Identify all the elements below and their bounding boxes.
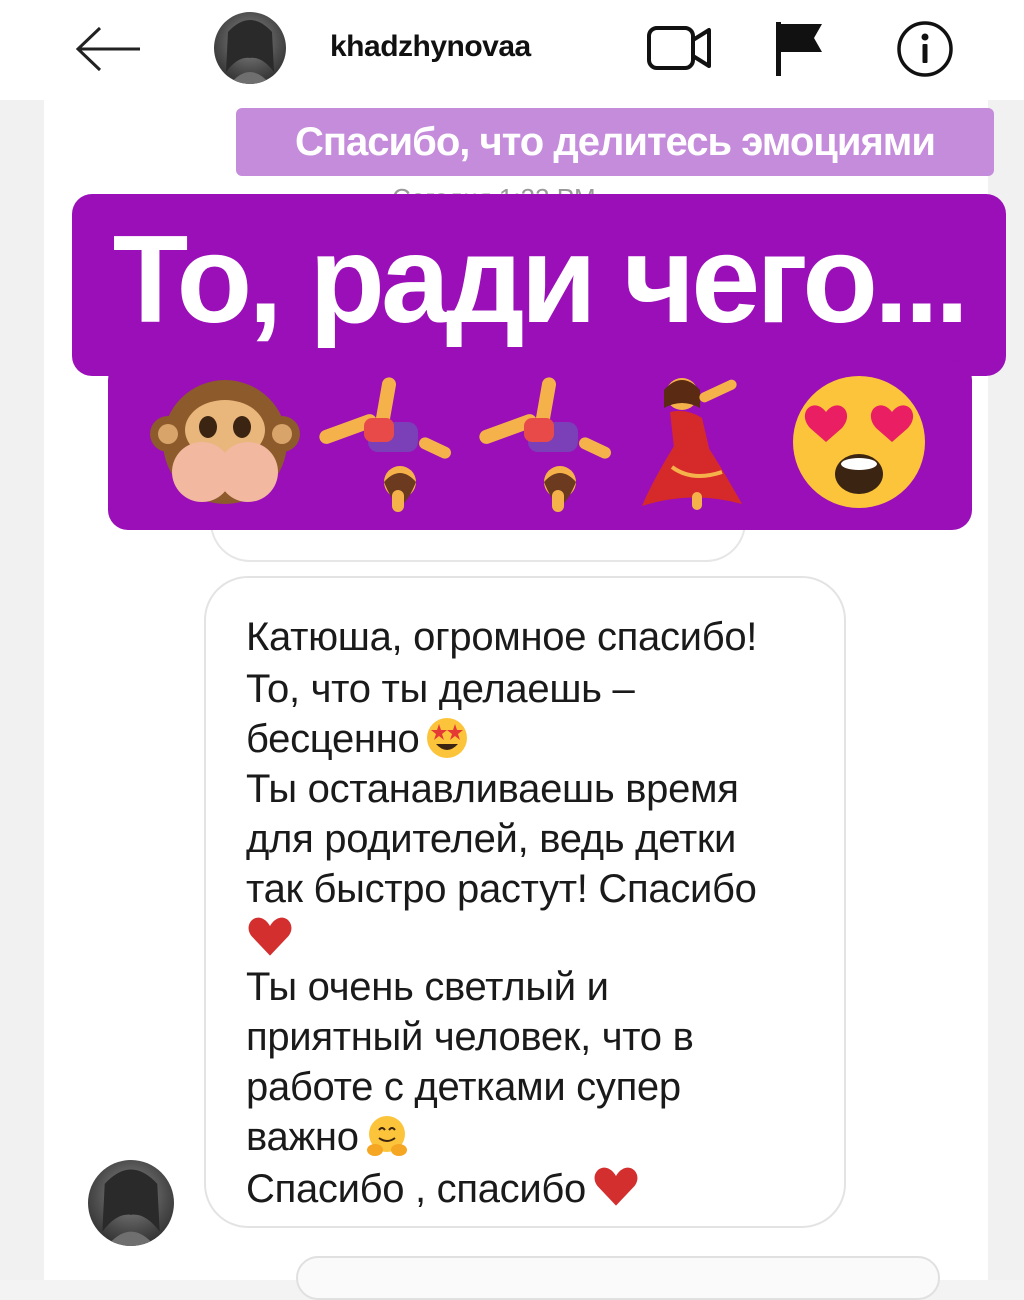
hugging-face-icon [366, 1116, 407, 1156]
avatar-image [226, 20, 274, 84]
message-line: для родителей, ведь детки [246, 817, 737, 861]
chat-header: khadzhynovaa [0, 0, 1024, 100]
message-composer[interactable] [296, 1256, 940, 1300]
sender-avatar[interactable] [88, 1160, 174, 1246]
arrow-left-icon[interactable] [74, 24, 144, 74]
message-line: важно [246, 1112, 409, 1162]
woman-cartwheeling-icon [479, 377, 611, 512]
flag-icon[interactable] [772, 20, 828, 76]
message-line: Катюша, огромное спасибо! [246, 615, 758, 659]
see-no-evil-monkey-icon [150, 380, 300, 504]
red-heart-icon [594, 1167, 638, 1206]
heart-eyes-face-icon [793, 376, 925, 508]
red-heart-icon [248, 917, 292, 956]
message-line: Спасибо , спасибо [246, 1162, 640, 1214]
star-struck-icon [427, 718, 468, 758]
avatar-image [102, 1169, 160, 1246]
message-line: бесценно [246, 714, 469, 764]
message-line: так быстро растут! Спасибо [246, 867, 757, 911]
profile-avatar[interactable] [214, 12, 286, 84]
chat-username[interactable]: khadzhynovaa [330, 30, 531, 64]
message-line [246, 912, 294, 964]
banner-title: То, ради чего... [112, 211, 970, 349]
woman-dancing-icon [642, 378, 742, 510]
message-line: То, что ты делаешь – [246, 667, 635, 711]
message-line: Ты останавливаешь время [246, 767, 739, 811]
info-icon[interactable] [896, 20, 954, 78]
woman-cartwheeling-icon [319, 377, 451, 512]
video-camera-icon[interactable] [645, 22, 715, 74]
subtitle-banner: Спасибо, что делитесь эмоциями [236, 108, 994, 176]
message-line-text: Спасибо , спасибо [246, 1167, 586, 1211]
screenshot-frame: khadzhynovaa Спасибо, что делитесь эмоци… [0, 0, 1024, 1300]
message-line: работе с детками супер [246, 1065, 681, 1109]
message-line-text: бесценно [246, 717, 420, 761]
message-line: Ты очень светлый и [246, 965, 609, 1009]
message-line: приятный человек, что в [246, 1015, 694, 1059]
message-line-text: важно [246, 1115, 359, 1159]
